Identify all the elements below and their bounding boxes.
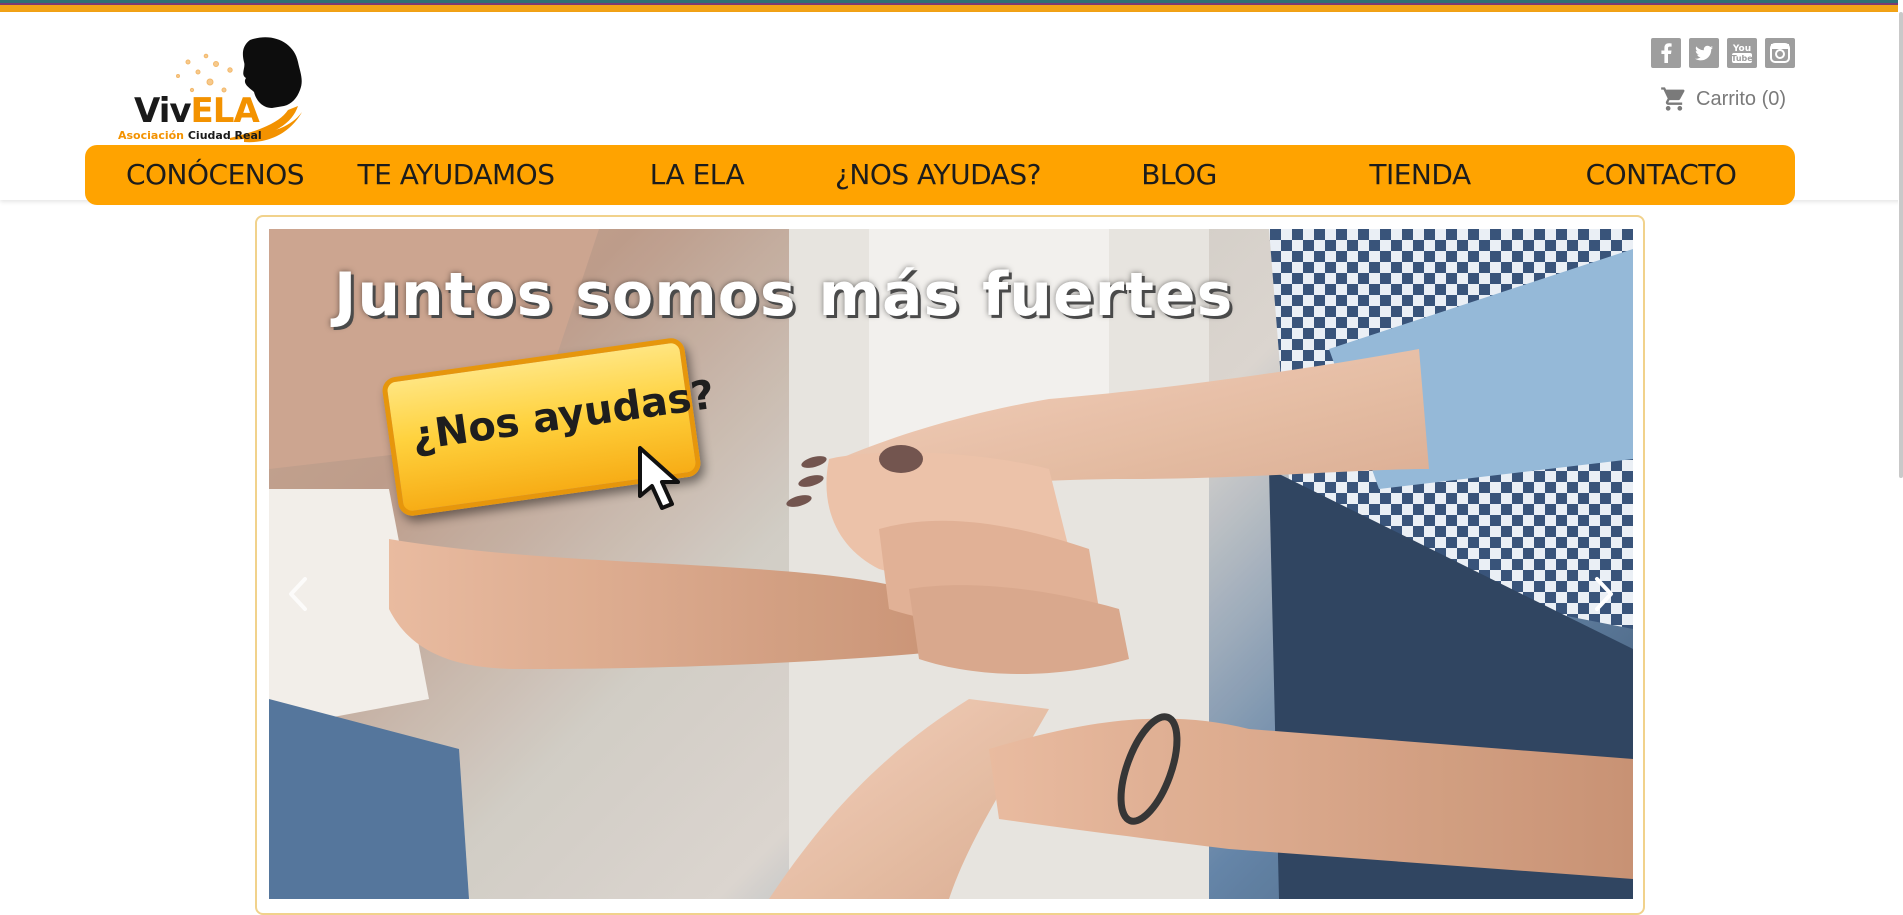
cart-label: Carrito (0) [1696, 87, 1787, 110]
nav-item-la-ela[interactable]: LA ELA [577, 145, 817, 205]
chevron-right-icon [1595, 577, 1613, 611]
pointer-cursor-icon [638, 446, 680, 510]
logo-wordmark-ela: ELA [190, 91, 260, 131]
social-links: You Tube [1651, 38, 1795, 68]
nav-item-contacto[interactable]: CONTACTO [1541, 145, 1781, 205]
youtube-icon[interactable]: You Tube [1727, 38, 1757, 68]
nav-item-tienda[interactable]: TIENDA [1300, 145, 1540, 205]
cart-link[interactable]: Carrito (0) [1660, 84, 1786, 114]
logo-subline: Asociación Ciudad Real [118, 130, 262, 142]
main-nav: CONÓCENOS TE AYUDAMOS LA ELA ¿NOS AYUDAS… [85, 145, 1795, 205]
nav-item-te-ayudamos[interactable]: TE AYUDAMOS [336, 145, 576, 205]
page-scrollbar-thumb[interactable] [1899, 12, 1903, 478]
nav-item-blog[interactable]: BLOG [1059, 145, 1299, 205]
facebook-icon[interactable] [1651, 38, 1681, 68]
instagram-icon[interactable] [1765, 38, 1795, 68]
slider-prev-button[interactable] [279, 569, 319, 619]
logo-subline-city: Ciudad Real [187, 129, 262, 142]
nav-item-nos-ayudas[interactable]: ¿NOS AYUDAS? [818, 145, 1058, 205]
site-logo[interactable]: VivELA Asociación Ciudad Real [112, 34, 357, 146]
hero-slider: Juntos somos más fuertes ¿Nos ayudas? [255, 215, 1645, 915]
slider-next-button[interactable] [1583, 569, 1623, 619]
site-header: VivELA Asociación Ciudad Real You Tube C… [0, 12, 1903, 205]
hero-headline: Juntos somos más fuertes [334, 260, 1234, 330]
logo-wordmark: VivELA [134, 91, 260, 131]
logo-subline-asociacion: Asociación [118, 129, 185, 142]
top-color-bar [0, 0, 1903, 12]
chevron-left-icon [289, 577, 307, 611]
twitter-icon[interactable] [1689, 38, 1719, 68]
hero-slide: Juntos somos más fuertes ¿Nos ayudas? [269, 229, 1633, 899]
svg-text:You: You [1732, 44, 1751, 54]
shopping-cart-icon [1661, 87, 1685, 111]
nav-item-conocenos[interactable]: CONÓCENOS [95, 145, 335, 205]
logo-wordmark-viv: Viv [134, 91, 192, 131]
svg-text:Tube: Tube [1731, 54, 1753, 63]
